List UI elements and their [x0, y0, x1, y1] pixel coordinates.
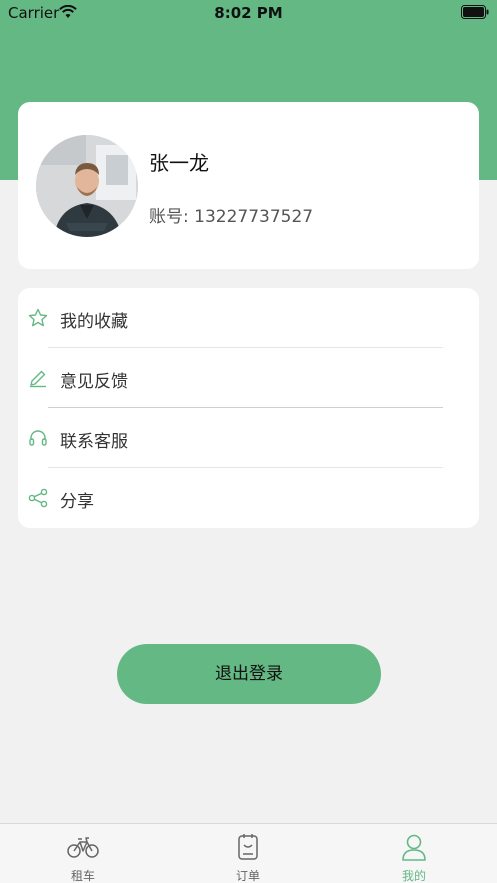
menu-item-support[interactable]: 联系客服	[18, 408, 479, 468]
tab-bar: 租车 订单 我的	[0, 823, 497, 883]
tab-rent[interactable]: 租车	[33, 824, 133, 883]
menu-item-favorites[interactable]: 我的收藏	[18, 288, 479, 348]
star-icon	[28, 308, 48, 327]
menu-label-support: 联系客服	[60, 432, 128, 452]
order-icon	[238, 834, 258, 860]
bicycle-icon	[67, 837, 99, 858]
profile-card[interactable]: 张一龙 账号: 13227737527	[18, 102, 479, 269]
logout-button[interactable]: 退出登录	[117, 644, 381, 704]
menu-item-feedback[interactable]: 意见反馈	[18, 348, 479, 408]
tab-label-orders: 订单	[235, 869, 260, 883]
user-name: 张一龙	[149, 151, 209, 175]
tab-label-mine: 我的	[401, 869, 426, 883]
tab-mine[interactable]: 我的	[364, 824, 464, 883]
menu-card: 我的收藏 意见反馈 联系客服 分享	[18, 288, 479, 528]
share-icon	[28, 488, 48, 508]
avatar[interactable]	[36, 135, 138, 237]
headset-icon	[29, 430, 47, 446]
menu-label-share: 分享	[60, 492, 94, 512]
avatar-photo	[36, 135, 138, 237]
tab-orders[interactable]: 订单	[198, 824, 298, 883]
menu-label-favorites: 我的收藏	[60, 312, 128, 332]
battery-icon	[461, 5, 489, 19]
tab-label-rent: 租车	[70, 869, 95, 883]
person-icon	[402, 834, 426, 861]
menu-label-feedback: 意见反馈	[60, 372, 128, 392]
clock: 8:02 PM	[214, 4, 283, 22]
status-bar: Carrier 8:02 PM	[0, 0, 497, 26]
menu-item-share[interactable]: 分享	[18, 468, 479, 528]
user-account: 账号: 13227737527	[149, 207, 314, 227]
pencil-icon	[30, 370, 46, 388]
